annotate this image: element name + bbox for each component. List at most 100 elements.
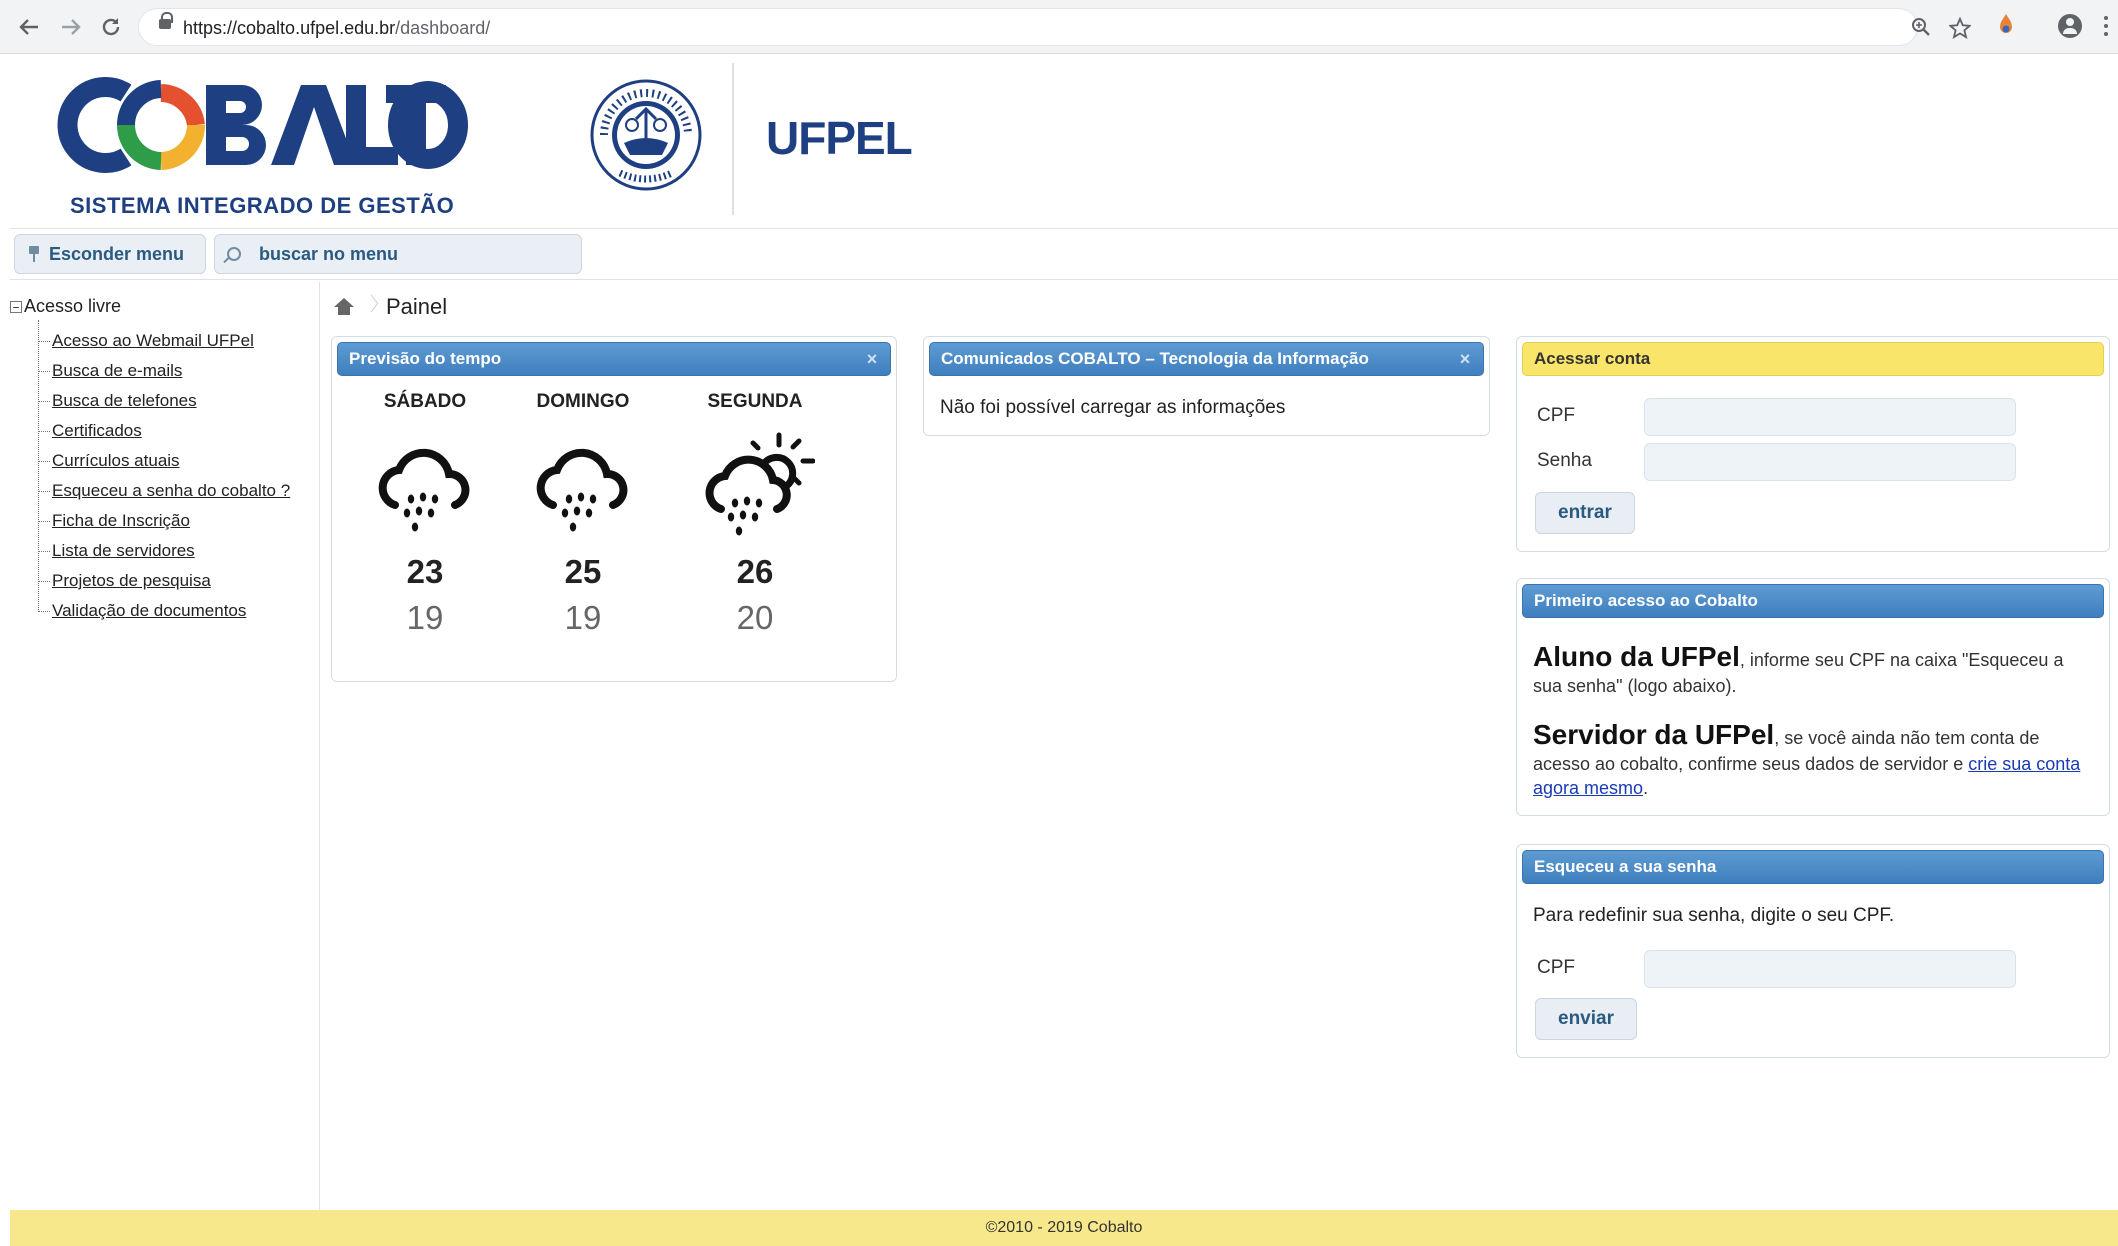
extension-icon[interactable] [1998,13,2014,37]
hide-menu-button[interactable]: Esconder menu [14,234,206,274]
menu-search-placeholder: buscar no menu [259,243,399,264]
news-message: Não foi possível carregar as informações [940,397,1286,418]
forgot-password-instructions: Para redefinir sua senha, digite o seu C… [1533,905,1895,926]
first-access-panel-title: Primeiro acesso ao Cobalto [1534,591,1758,610]
sidebar-item: Esqueceu a senha do cobalto ? [38,476,290,506]
sidebar-link-esqueceu-senha[interactable]: Esqueceu a senha do cobalto ? [52,481,290,501]
sidebar-link-certificados[interactable]: Certificados [52,421,142,441]
sun-rain-cloud-icon [695,427,816,547]
forgot-password-panel-title: Esqueceu a sua senha [1534,857,1717,876]
login-button[interactable]: entrar [1535,492,1635,534]
footer: ©2010 - 2019 Cobalto [10,1210,2118,1246]
sidebar-items: Acesso ao Webmail UFPel Busca de e-mails… [38,326,290,626]
tree-root-acesso-livre[interactable]: Acesso livre [10,296,121,317]
sidebar-link-projetos-pesquisa[interactable]: Projetos de pesquisa [52,571,211,591]
weather-day-name: SÁBADO [383,391,467,412]
password-input[interactable] [1644,443,2016,481]
news-panel-header: Comunicados COBALTO – Tecnologia da Info… [929,342,1484,376]
staff-text-end: . [1643,777,1649,798]
weather-day-3: SEGUNDA 26 20 [680,391,830,637]
search-icon [227,247,241,261]
more-menu-icon[interactable] [2104,16,2108,36]
university-seal [590,79,702,191]
profile-avatar-icon[interactable] [2058,14,2082,38]
staff-heading: Servidor da UFPel [1533,719,1775,750]
staff-instructions: Servidor da UFPel, se você ainda não tem… [1533,717,2089,800]
breadcrumb: Painel [334,294,447,320]
sidebar-menu: Acesso livre Acesso ao Webmail UFPel Bus… [10,282,320,1210]
forgot-password-panel-header: Esqueceu a sua senha [1522,850,2104,884]
sidebar-item: Ficha de Inscrição [38,506,290,536]
breadcrumb-separator [366,294,376,320]
rain-cloud-icon [523,427,643,547]
cobalto-logo[interactable]: SISTEMA INTEGRADO DE GESTÃO [56,75,476,218]
sidebar-item: Validação de documentos [38,596,290,626]
pin-icon [29,246,39,262]
weather-panel-title: Previsão do tempo [349,349,502,368]
weather-day-1: SÁBADO 23 19 [350,391,500,637]
header-divider [732,63,734,215]
forward-arrow-icon[interactable] [56,12,86,42]
student-heading: Aluno da UFPel [1533,641,1740,672]
first-access-panel: Primeiro acesso ao Cobalto Aluno da UFPe… [1516,578,2110,816]
star-bookmark-icon[interactable] [1948,16,1972,45]
copyright-text: ©2010 - 2019 Cobalto [985,1219,1143,1236]
hide-menu-label: Esconder menu [49,243,185,264]
news-panel-title: Comunicados COBALTO – Tecnologia da Info… [941,349,1369,368]
login-panel: Acessar conta CPF Senha entrar [1516,336,2110,552]
weather-max-temp: 23 [406,553,444,590]
login-panel-title: Acessar conta [1534,349,1651,368]
weather-panel-header: Previsão do tempo × [337,342,891,376]
sidebar-link-lista-servidores[interactable]: Lista de servidores [52,541,195,561]
rain-cloud-icon [365,427,485,547]
sidebar-link-validacao-documentos[interactable]: Validação de documentos [52,601,246,621]
sidebar-link-webmail[interactable]: Acesso ao Webmail UFPel [52,331,254,351]
menu-toolbar: Esconder menu buscar no menu [10,230,2118,280]
zoom-icon[interactable] [1911,17,1931,43]
tree-root-label: Acesso livre [24,296,122,316]
sidebar-link-ficha-inscricao[interactable]: Ficha de Inscrição [52,511,190,531]
weather-min-temp: 19 [406,599,444,636]
weather-day-2: DOMINGO 25 19 [508,391,658,637]
logo-subtitle: SISTEMA INTEGRADO DE GESTÃO [70,193,455,218]
weather-day-name: SEGUNDA [707,391,803,412]
weather-min-temp: 19 [564,599,602,636]
weather-max-temp: 25 [564,553,602,590]
sidebar-item: Projetos de pesquisa [38,566,290,596]
back-arrow-icon[interactable] [14,12,44,42]
sidebar-link-busca-telefones[interactable]: Busca de telefones [52,391,197,411]
sidebar-link-curriculos[interactable]: Currículos atuais [52,451,180,471]
collapse-toggle-icon[interactable] [10,301,22,313]
close-icon[interactable]: × [864,350,880,368]
home-icon[interactable] [334,298,354,316]
weather-min-temp: 20 [736,599,774,636]
forgot-cpf-label: CPF [1537,957,1575,978]
lock-icon [159,12,173,29]
sidebar-item: Currículos atuais [38,446,290,476]
password-label: Senha [1537,450,1592,471]
close-icon[interactable]: × [1457,350,1473,368]
weather-day-name: DOMINGO [536,391,630,412]
menu-search-input[interactable]: buscar no menu [214,234,582,274]
address-bar[interactable]: https://cobalto.ufpel.edu.br/dashboard/ [138,8,1972,46]
cpf-label: CPF [1537,405,1575,426]
sidebar-item: Certificados [38,416,290,446]
login-panel-header: Acessar conta [1522,342,2104,376]
weather-max-temp: 26 [736,553,774,590]
first-access-panel-header: Primeiro acesso ao Cobalto [1522,584,2104,618]
institution-name: UFPEL [766,112,913,164]
browser-toolbar: https://cobalto.ufpel.edu.br/dashboard/ [0,0,2118,54]
weather-panel: Previsão do tempo × SÁBADO 23 19 DOMINGO [331,336,897,682]
cpf-input[interactable] [1644,398,2016,436]
news-panel: Comunicados COBALTO – Tecnologia da Info… [923,336,1490,436]
page-title: Painel [386,294,448,319]
reload-icon[interactable] [96,12,126,42]
forgot-cpf-input[interactable] [1644,950,2016,988]
sidebar-item: Lista de servidores [38,536,290,566]
site-header: SISTEMA INTEGRADO DE GESTÃO UFPEL [10,55,2118,229]
sidebar-link-busca-emails[interactable]: Busca de e-mails [52,361,182,381]
send-button[interactable]: enviar [1535,998,1637,1040]
sidebar-item: Busca de telefones [38,386,290,416]
cobalto-logo-o [388,81,468,169]
forgot-password-panel: Esqueceu a sua senha Para redefinir sua … [1516,844,2110,1058]
